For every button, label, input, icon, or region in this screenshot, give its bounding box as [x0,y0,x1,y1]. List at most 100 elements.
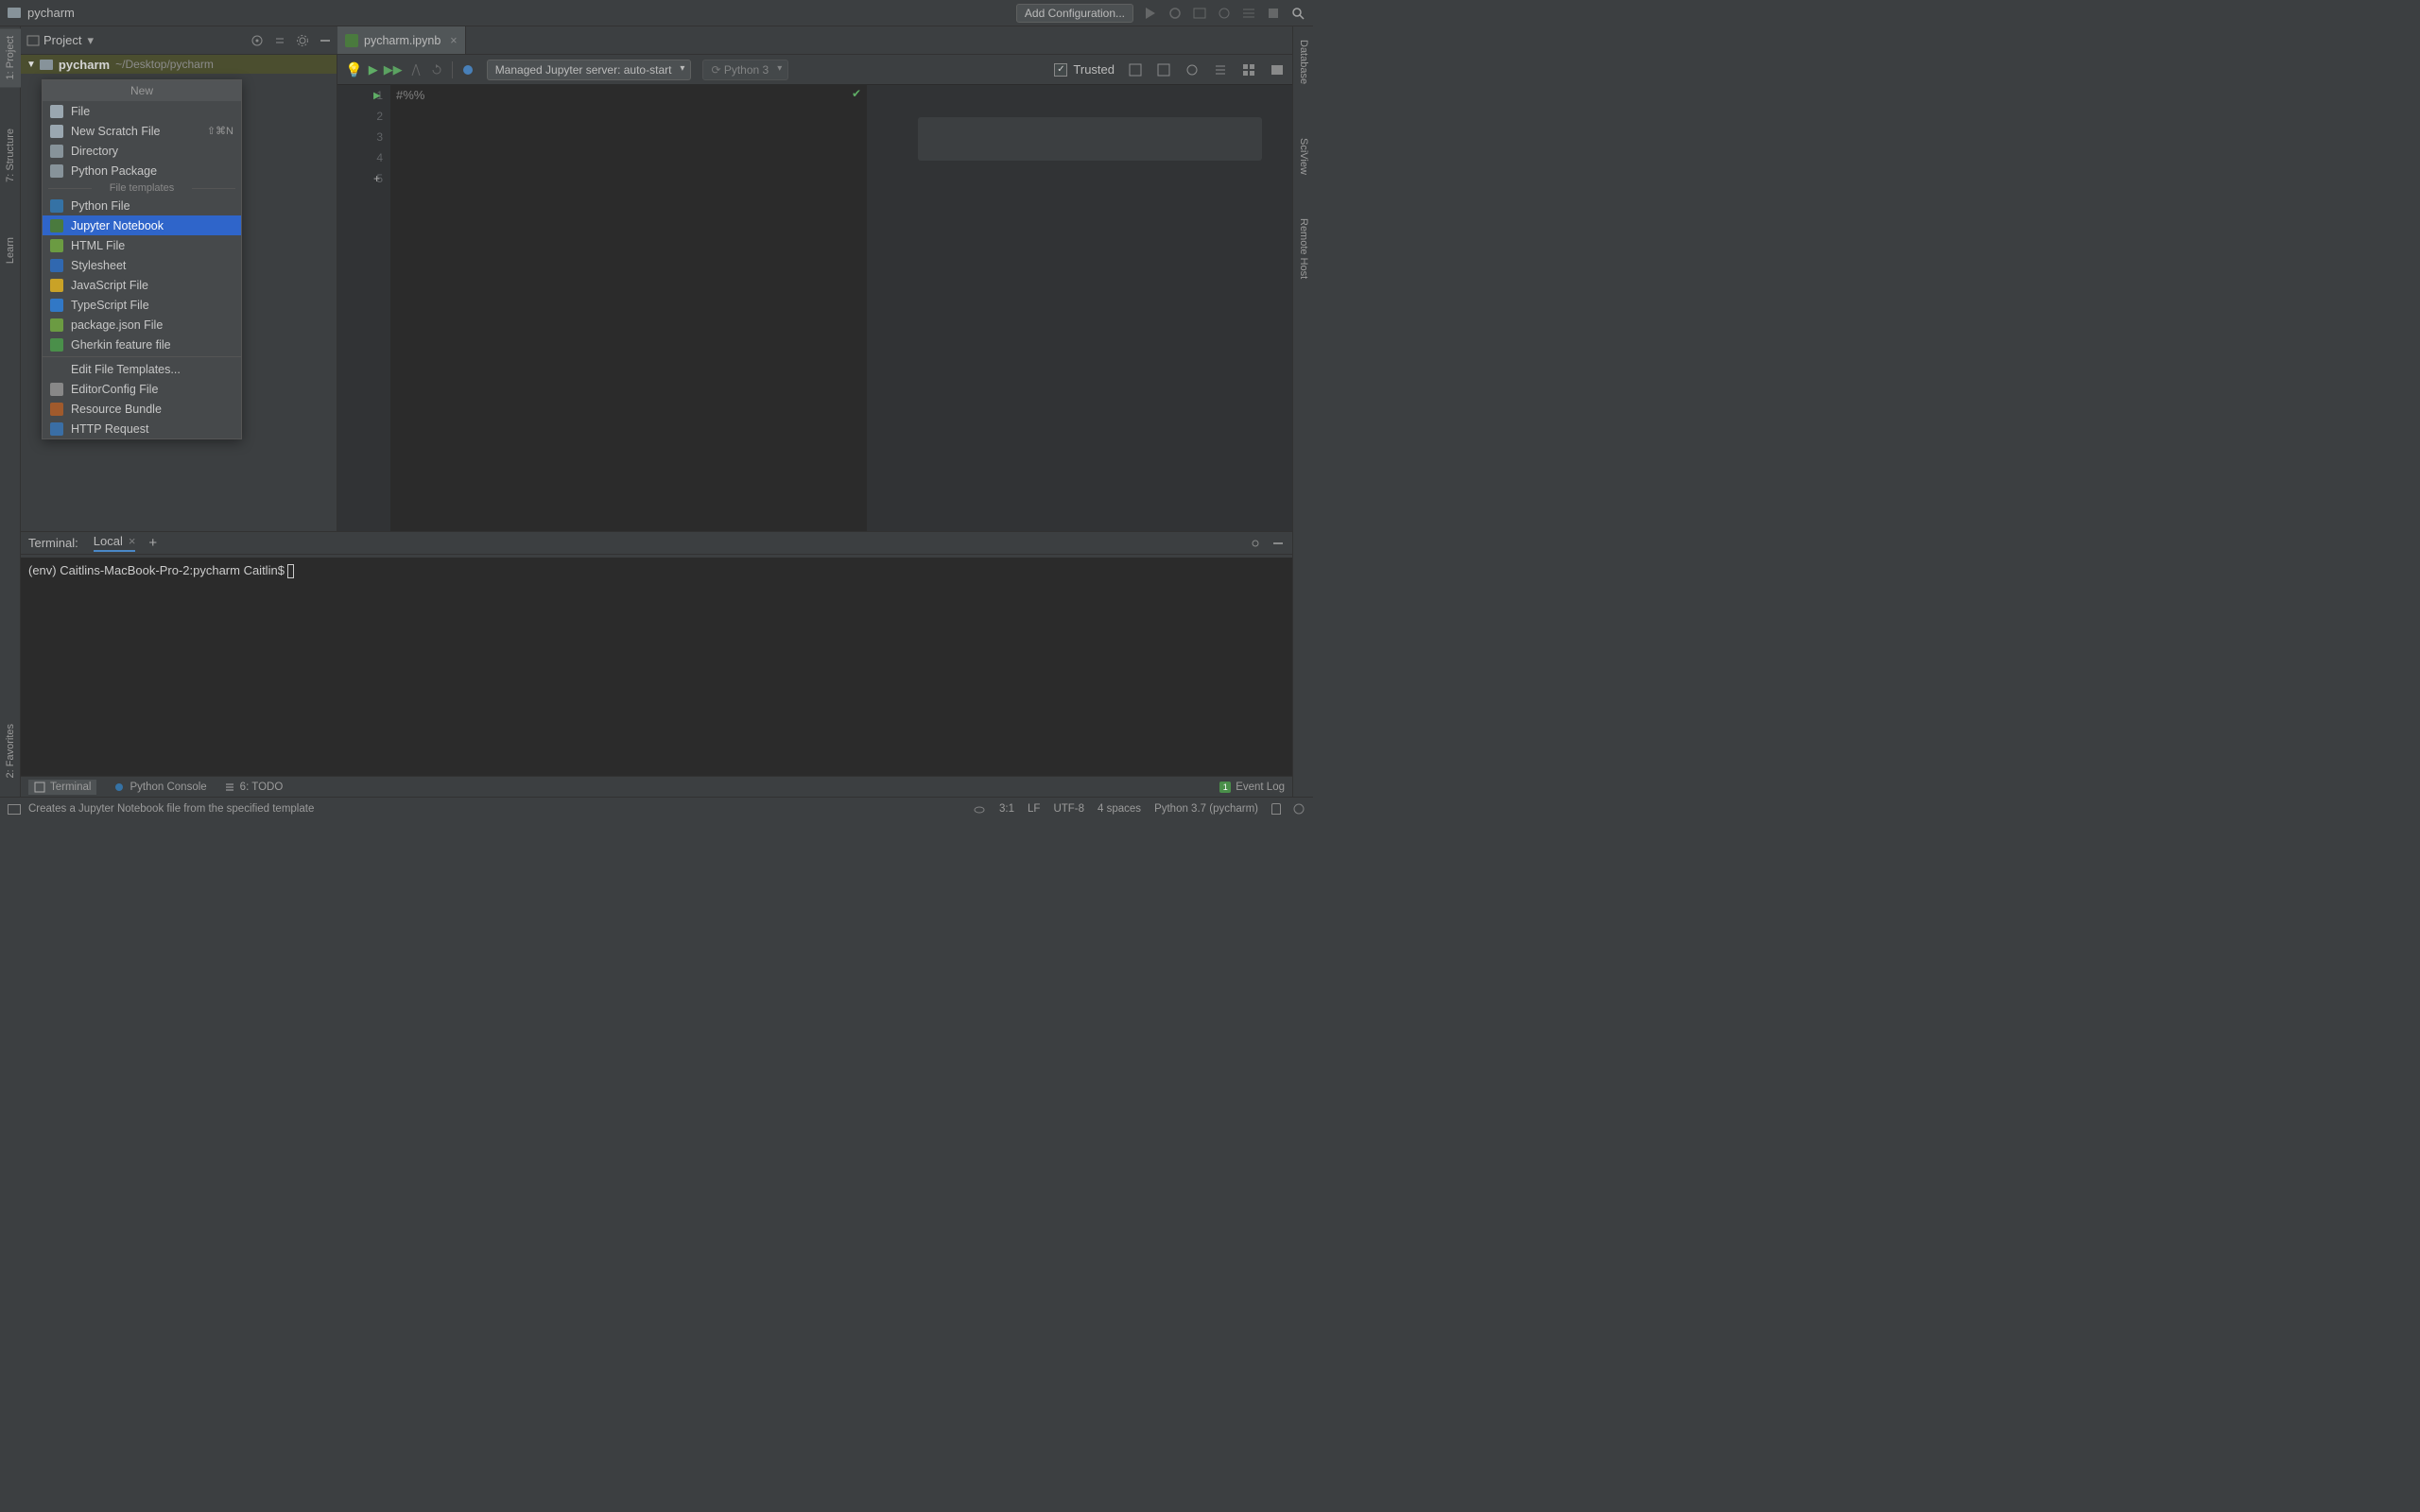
status-position[interactable]: 3:1 [999,803,1014,815]
rail-database[interactable]: Database [1293,32,1314,92]
menu-item-label: Jupyter Notebook [71,219,164,232]
folder-icon [8,8,21,18]
file-type-icon [50,279,63,292]
checkbox-icon[interactable] [1054,63,1067,77]
tab-terminal[interactable]: Terminal [28,780,96,795]
variables-icon[interactable] [460,62,475,77]
debug-icon[interactable] [1167,6,1183,21]
preview-cell[interactable] [918,117,1262,161]
restart-icon[interactable] [429,62,444,77]
code-pane[interactable]: 1▶ 2 3 4 5+ #%% ✔ [337,85,867,531]
run-all-icon[interactable]: ▶▶ [384,62,403,77]
tab-todo[interactable]: 6: TODO [224,782,284,793]
menu-item[interactable]: Stylesheet [43,255,241,275]
project-label[interactable]: Project [43,33,81,47]
tree-root[interactable]: ▼ pycharm ~/Desktop/pycharm [21,55,337,74]
menu-item[interactable]: TypeScript File [43,295,241,315]
menu-item[interactable]: New Scratch File⇧⌘N [43,121,241,141]
image-icon[interactable] [1270,62,1285,77]
menu-item-label: File [71,105,90,118]
menu-item[interactable]: File [43,101,241,121]
terminal-body[interactable]: (env) Caitlins-MacBook-Pro-2:pycharm Cai… [21,558,1292,776]
tab-event-log[interactable]: 1Event Log [1219,782,1285,793]
editor-tab[interactable]: pycharm.ipynb × [337,26,466,54]
file-type-icon [50,422,63,436]
new-terminal-icon[interactable]: + [148,535,157,551]
trusted-label: Trusted [1073,62,1115,77]
status-encoding[interactable]: UTF-8 [1053,803,1084,815]
menu-item[interactable]: HTML File [43,235,241,255]
face-icon[interactable] [1292,802,1305,816]
rail-learn[interactable]: Learn [0,230,21,271]
notebook-toolbar: 💡 ▶ ▶▶ Managed Jupyter server: auto-star… [337,55,1292,85]
run-cell-icon[interactable]: ▶ [369,62,378,77]
rail-structure[interactable]: 7: Structure [0,121,21,190]
menu-item[interactable]: Python File [43,196,241,215]
cell-below-icon[interactable] [1156,62,1171,77]
coverage-icon[interactable] [1192,6,1207,21]
rail-favorites[interactable]: 2: Favorites [0,716,21,785]
menu-item[interactable]: EditorConfig File [43,379,241,399]
status-indent[interactable]: 4 spaces [1098,803,1141,815]
menu-item[interactable]: JavaScript File [43,275,241,295]
menu-item[interactable]: Jupyter Notebook [43,215,241,235]
run-icon[interactable] [1143,6,1158,21]
stop-icon[interactable] [1266,6,1281,21]
lock-icon[interactable] [1271,803,1281,815]
hide-icon[interactable] [319,34,332,47]
close-icon[interactable]: × [450,34,457,47]
jupyter-server-dropdown[interactable]: Managed Jupyter server: auto-start [487,60,692,80]
expand-all-icon[interactable] [273,34,286,47]
status-interpreter[interactable]: Python 3.7 (pycharm) [1154,803,1258,815]
file-type-icon [50,299,63,312]
project-tool-header: Project ▾ [21,26,337,55]
event-badge: 1 [1219,782,1231,793]
profile-icon[interactable] [1217,6,1232,21]
menu-header: New [43,80,241,101]
preview-icon[interactable] [1184,62,1200,77]
menu-separator-templates: File templates [43,180,241,196]
add-cell-icon[interactable]: + [373,172,380,185]
menu-item[interactable]: Python Package [43,161,241,180]
hide-icon[interactable] [1271,537,1285,550]
trusted-toggle[interactable]: Trusted [1054,62,1115,77]
terminal-label: Terminal: [28,536,78,550]
menu-item[interactable]: Resource Bundle [43,399,241,419]
expand-icon[interactable]: ▼ [26,60,36,70]
gear-icon[interactable] [296,34,309,47]
concurrency-icon[interactable] [1241,6,1256,21]
terminal-tab[interactable]: Local× [94,534,136,552]
cell-above-icon[interactable] [1128,62,1143,77]
menu-item[interactable]: Directory [43,141,241,161]
locate-icon[interactable] [251,34,264,47]
rail-project[interactable]: 1: Project [0,28,21,87]
bulb-icon[interactable]: 💡 [345,61,363,78]
rail-remote-host[interactable]: Remote Host [1293,211,1314,286]
close-icon[interactable]: × [129,534,136,548]
status-eol[interactable]: LF [1028,803,1040,815]
menu-item[interactable]: Gherkin feature file [43,335,241,354]
code-area[interactable]: #%% ✔ [390,85,867,531]
menu-item-label: Directory [71,145,118,158]
split-icon[interactable] [1213,62,1228,77]
kernel-dropdown[interactable]: ⟳ Python 3 [702,60,788,80]
gear-icon[interactable] [1249,537,1262,550]
file-type-icon [50,145,63,158]
menu-item-label: Python Package [71,164,157,178]
menu-separator [43,356,241,357]
search-icon[interactable] [1290,6,1305,21]
add-configuration-button[interactable]: Add Configuration... [1016,4,1133,23]
toolwindow-icon[interactable] [8,804,21,815]
interrupt-icon[interactable] [408,62,424,77]
grid-icon[interactable] [1241,62,1256,77]
menu-item[interactable]: HTTP Request [43,419,241,438]
chevron-down-icon[interactable]: ▾ [87,33,94,48]
run-gutter-icon[interactable]: ▶ [373,91,381,101]
tab-python-console[interactable]: Python Console [113,782,206,793]
file-type-icon [50,164,63,178]
rail-sciview[interactable]: SciView [1293,130,1314,182]
folder-icon [40,60,53,70]
cloud-icon[interactable] [973,802,986,816]
menu-item[interactable]: package.json File [43,315,241,335]
menu-item[interactable]: Edit File Templates... [43,359,241,379]
